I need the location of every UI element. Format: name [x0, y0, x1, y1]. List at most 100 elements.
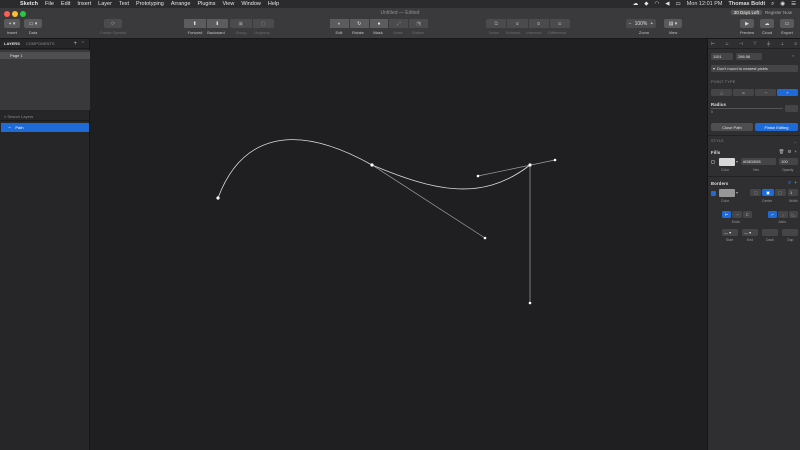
- spotlight-icon[interactable]: ⌕: [771, 1, 774, 8]
- control-point[interactable]: [483, 236, 487, 240]
- fill-checkbox[interactable]: [711, 160, 715, 164]
- create-symbol-button[interactable]: ⟳: [104, 19, 122, 28]
- fill-hex-field[interactable]: # D8D8D8: [741, 158, 776, 165]
- intersect-button[interactable]: ⧇: [529, 19, 550, 28]
- wifi-icon[interactable]: ◠: [654, 1, 659, 7]
- collapse-icon[interactable]: ⌃: [81, 41, 85, 47]
- anchor-point[interactable]: [370, 163, 374, 167]
- tab-layers[interactable]: LAYERS: [4, 41, 20, 46]
- asymmetric-point-button[interactable]: ⌁: [777, 89, 798, 96]
- cloud-status-icon[interactable]: ☁: [633, 1, 639, 7]
- menu-arrange[interactable]: Arrange: [171, 1, 191, 7]
- chevron-down-icon[interactable]: ⌄: [794, 139, 797, 144]
- battery-icon[interactable]: ▭: [676, 1, 681, 7]
- menu-text[interactable]: Text: [119, 1, 129, 7]
- border-outside-button[interactable]: ▢: [774, 189, 786, 196]
- radius-field[interactable]: [785, 105, 798, 112]
- menu-edit[interactable]: Edit: [61, 1, 70, 7]
- bezier-path[interactable]: [217, 139, 531, 199]
- menu-file[interactable]: File: [45, 1, 54, 7]
- page-item[interactable]: Page 1: [0, 52, 90, 59]
- add-border-icon[interactable]: +: [794, 180, 797, 186]
- menu-plugins[interactable]: Plugins: [197, 1, 215, 7]
- rounding-select[interactable]: ▾ Don't round to nearest pixels: [711, 65, 798, 72]
- anchor-point[interactable]: [216, 196, 220, 200]
- control-point[interactable]: [476, 174, 480, 178]
- control-point[interactable]: [553, 158, 557, 162]
- gear-icon[interactable]: ⚙: [787, 180, 791, 186]
- radius-slider[interactable]: [711, 108, 783, 109]
- mirrored-point-button[interactable]: ⌓: [733, 89, 754, 96]
- edit-button[interactable]: ◐: [330, 19, 350, 28]
- distribute-icon[interactable]: ≡: [794, 41, 797, 47]
- align-top-icon[interactable]: ⊤: [753, 41, 757, 47]
- notification-center-icon[interactable]: ☰: [791, 1, 796, 7]
- add-fill-icon[interactable]: +: [794, 149, 797, 155]
- menu-app[interactable]: Sketch: [20, 1, 38, 7]
- disconnected-point-button[interactable]: ⊸: [755, 89, 776, 96]
- zoom-control[interactable]: − 100% +: [626, 19, 656, 28]
- rotate-button[interactable]: ↻: [349, 19, 370, 28]
- insert-button[interactable]: + ▾: [4, 19, 20, 28]
- round-join-button[interactable]: ╭: [778, 211, 788, 218]
- dropbox-icon[interactable]: ◆: [644, 1, 648, 7]
- path-drawing[interactable]: [90, 39, 707, 450]
- backward-button[interactable]: ⬇: [206, 19, 228, 28]
- align-bottom-icon[interactable]: ⊥: [780, 41, 784, 47]
- border-inside-button[interactable]: ▢: [750, 189, 762, 196]
- flatten-button[interactable]: ⬔: [409, 19, 428, 28]
- difference-button[interactable]: ⧆: [550, 19, 570, 28]
- preview-button[interactable]: ▶: [740, 19, 754, 28]
- export-button[interactable]: ▭: [780, 19, 794, 28]
- align-center-icon[interactable]: ⊥: [725, 41, 729, 47]
- siri-icon[interactable]: ◉: [780, 1, 785, 7]
- cloud-button[interactable]: ☁: [760, 19, 774, 28]
- clock[interactable]: Mon 12:01 PM: [687, 1, 723, 7]
- menu-prototyping[interactable]: Prototyping: [136, 1, 164, 7]
- control-point[interactable]: [528, 301, 532, 305]
- chevron-down-icon[interactable]: ▾: [736, 190, 738, 195]
- miter-join-button[interactable]: ⌐: [768, 211, 778, 218]
- chevron-down-icon[interactable]: ▾: [736, 159, 738, 164]
- menu-help[interactable]: Help: [268, 1, 279, 7]
- start-arrow-select[interactable]: — ▾: [722, 229, 738, 236]
- layer-item[interactable]: ∼ Path: [1, 123, 89, 132]
- subtract-button[interactable]: ⧈: [507, 19, 529, 28]
- fill-opacity-field[interactable]: 100: [779, 158, 798, 165]
- canvas[interactable]: [90, 39, 707, 450]
- union-button[interactable]: ⧉: [486, 19, 508, 28]
- square-end-button[interactable]: ⊏: [742, 211, 752, 218]
- x-field[interactable]: 1101: [711, 53, 733, 60]
- border-checkbox[interactable]: [711, 191, 716, 196]
- menu-insert[interactable]: Insert: [77, 1, 91, 7]
- align-left-icon[interactable]: ⊢: [711, 41, 715, 47]
- finish-editing-button[interactable]: Finish Editing: [755, 123, 798, 131]
- gap-field[interactable]: [782, 229, 798, 236]
- search-layers-input[interactable]: ⌕ Search Layers: [0, 112, 90, 121]
- volume-icon[interactable]: ◀: [665, 1, 669, 7]
- mask-button[interactable]: ●: [369, 19, 390, 28]
- view-button[interactable]: ▤ ▾: [664, 19, 682, 28]
- align-middle-icon[interactable]: ╪: [767, 41, 770, 47]
- search-icon[interactable]: ⌕: [792, 53, 794, 58]
- close-path-button[interactable]: Close Path: [711, 123, 753, 131]
- register-link[interactable]: Register Now: [765, 10, 792, 15]
- y-field[interactable]: 286.56: [736, 53, 762, 60]
- menu-window[interactable]: Window: [241, 1, 261, 7]
- fill-color-swatch[interactable]: [719, 158, 735, 166]
- menu-view[interactable]: View: [222, 1, 234, 7]
- forward-button[interactable]: ⬆: [184, 19, 207, 28]
- zoom-in-icon[interactable]: +: [650, 21, 653, 27]
- end-arrow-select[interactable]: — ▾: [742, 229, 758, 236]
- scale-button[interactable]: ⤢: [389, 19, 410, 28]
- butt-end-button[interactable]: ⊢: [722, 211, 732, 218]
- border-color-swatch[interactable]: [719, 189, 735, 197]
- menu-layer[interactable]: Layer: [98, 1, 112, 7]
- border-center-button[interactable]: ▣: [762, 189, 774, 196]
- trial-badge[interactable]: 30 Days Left: [730, 10, 762, 15]
- zoom-out-icon[interactable]: −: [629, 21, 632, 27]
- round-end-button[interactable]: ⊸: [732, 211, 742, 218]
- border-width-field[interactable]: 1: [788, 189, 798, 196]
- ungroup-button[interactable]: ▢: [253, 19, 275, 28]
- user-name[interactable]: Thomas Boldt: [728, 1, 765, 7]
